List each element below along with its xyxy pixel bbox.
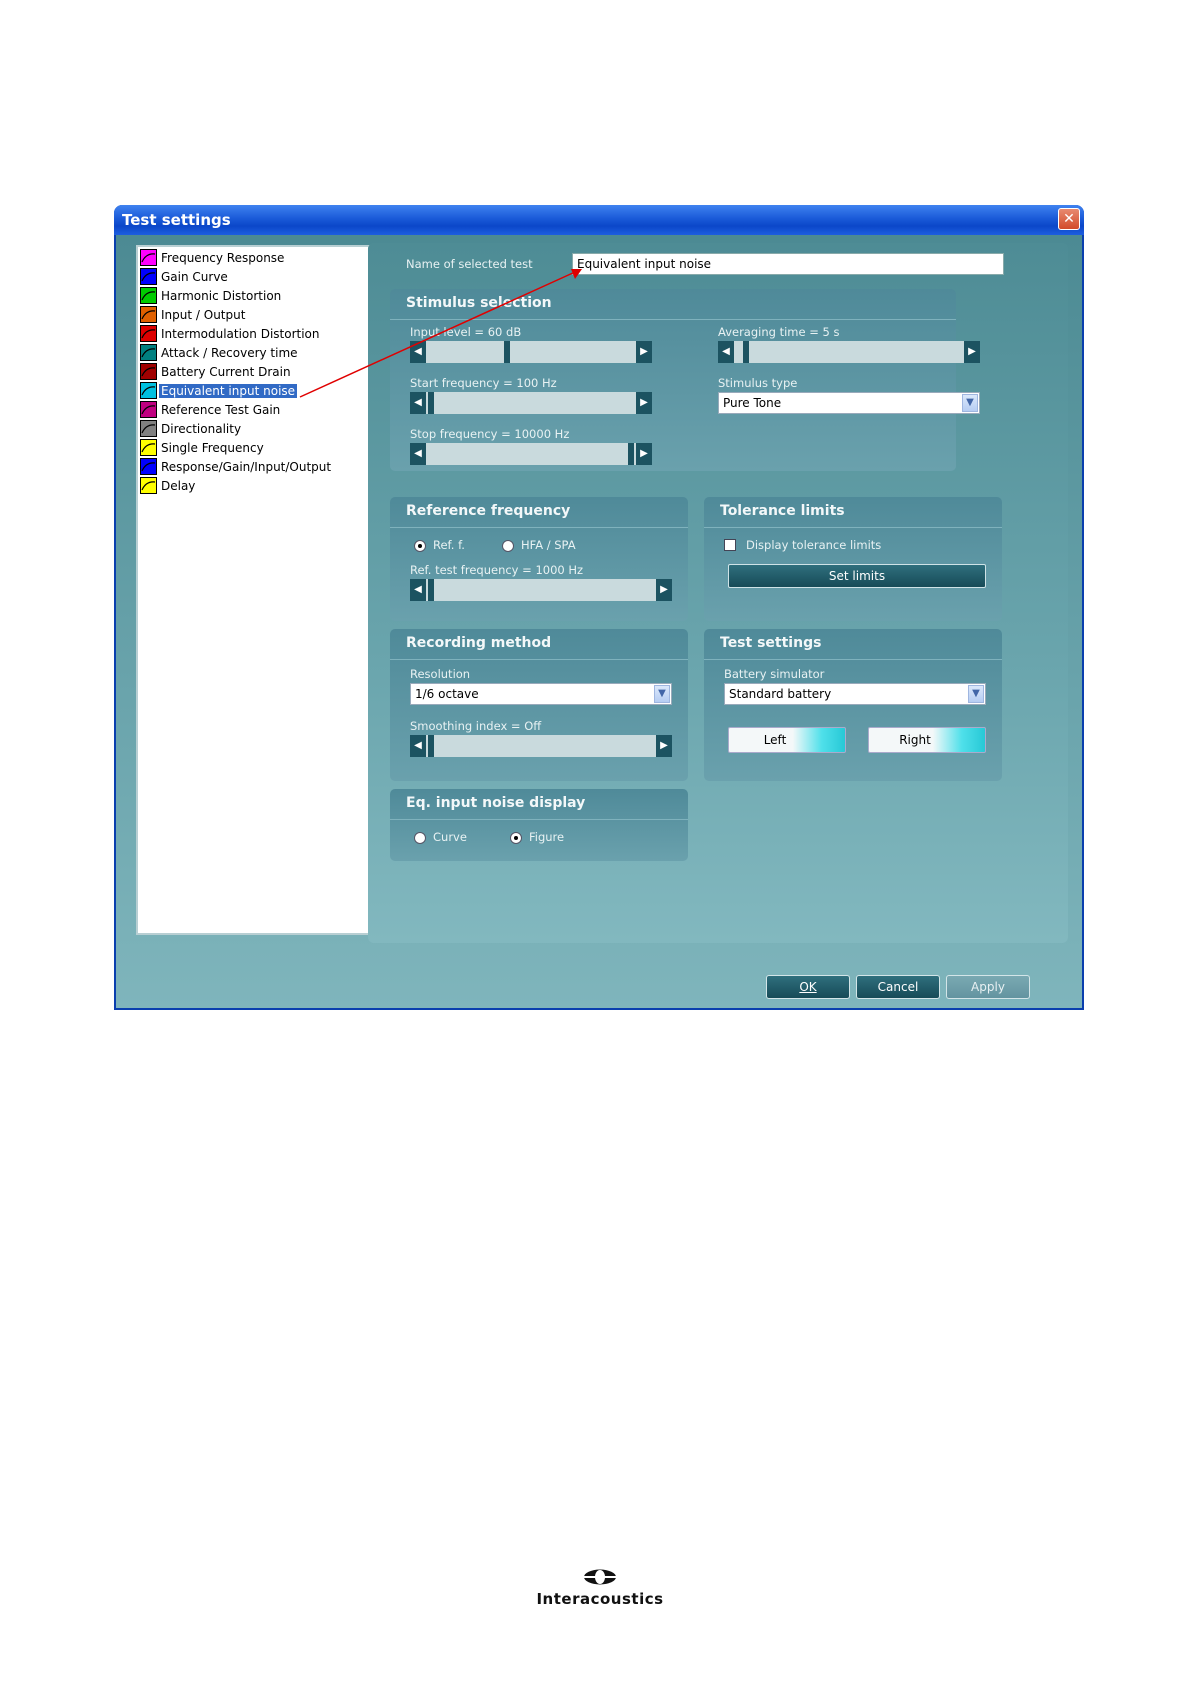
annotation-arrow [299, 269, 582, 398]
logo-icon [584, 1569, 616, 1585]
logo-text: Interacoustics [536, 1590, 664, 1608]
interacoustics-logo: Interacoustics [525, 1568, 675, 1608]
